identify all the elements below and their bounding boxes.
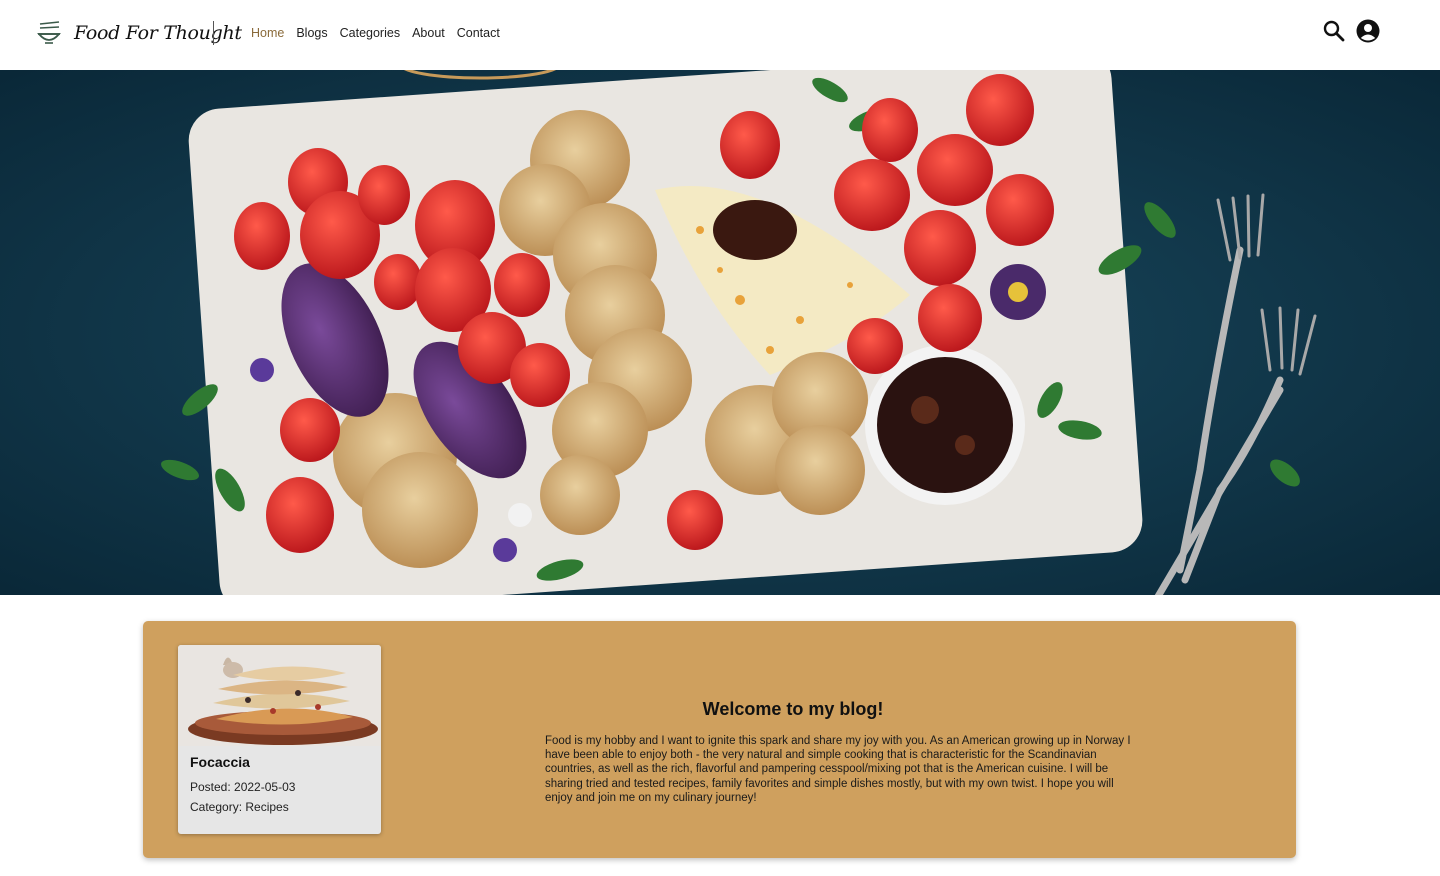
post-category: Category: Recipes: [190, 800, 289, 814]
welcome-text: Food is my hobby and I want to ignite th…: [545, 735, 1131, 804]
nav-about[interactable]: About: [412, 26, 445, 40]
featured-post-card[interactable]: Focaccia Posted: 2022-05-03 Category: Re…: [178, 645, 381, 834]
post-title: Focaccia: [190, 754, 250, 770]
logo-bowl-icon: [37, 21, 61, 44]
nav-blogs[interactable]: Blogs: [296, 26, 327, 40]
brand[interactable]: Food For Thought: [36, 18, 242, 48]
search-icon[interactable]: [1322, 19, 1346, 43]
focaccia-thumbnail: [178, 645, 381, 746]
brand-name: Food For Thought: [74, 22, 242, 44]
welcome-title: Welcome to my blog!: [702, 699, 884, 719]
nav-contact[interactable]: Contact: [457, 26, 500, 40]
header-actions: [1322, 19, 1380, 43]
nav-home[interactable]: Home: [251, 26, 284, 40]
post-date: Posted: 2022-05-03: [190, 780, 296, 794]
charcuterie-board-illustration: [0, 70, 1440, 595]
header-divider: [213, 21, 214, 45]
hero-image: [0, 70, 1440, 595]
nav-categories[interactable]: Categories: [340, 26, 400, 40]
user-account-icon[interactable]: [1356, 19, 1380, 43]
main-nav: Home Blogs Categories About Contact: [251, 26, 500, 40]
site-header: Food For Thought Home Blogs Categories A…: [0, 0, 1440, 70]
welcome-section: Focaccia Posted: 2022-05-03 Category: Re…: [143, 621, 1296, 858]
post-info: Focaccia Posted: 2022-05-03 Category: Re…: [178, 746, 381, 825]
